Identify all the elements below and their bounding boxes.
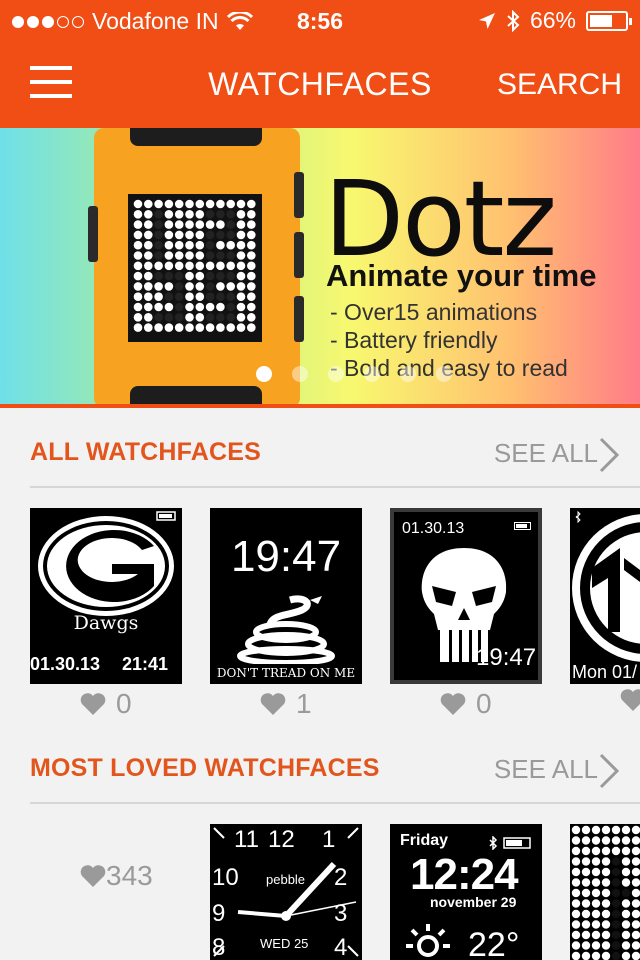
pager-dot[interactable] (328, 366, 344, 382)
sun-icon (406, 924, 450, 957)
watchface-thumb[interactable]: 11 12 1 10 2 9 3 8 4 pebble WED 25 (210, 824, 362, 960)
section-title: ALL WATCHFACES (30, 438, 262, 466)
watchface-thumb[interactable]: Friday 12:24 november 29 22° (390, 824, 542, 960)
top-bar: Vodafone IN 8:56 66% WATCHFACES SEARCH (0, 0, 640, 128)
banner-feature: - Over15 animations (330, 299, 538, 325)
thumb-day: Friday (400, 832, 449, 849)
heart-icon (80, 865, 106, 887)
banner-pager[interactable] (256, 366, 452, 382)
watchface-thumb[interactable] (570, 824, 640, 960)
status-bar: Vodafone IN 8:56 66% (0, 0, 640, 40)
hour-label: 1 (322, 826, 336, 853)
watch-side-button (294, 296, 304, 342)
see-all-label: SEE ALL (493, 438, 598, 468)
thumb-date: 01.30.13 (402, 520, 465, 537)
dot-matrix-watch-screen (128, 194, 262, 342)
all-watchfaces-header: ALL WATCHFACES SEE ALL (30, 424, 640, 480)
thumb-time: 21:41 (122, 654, 169, 674)
bluetooth-icon (507, 9, 520, 32)
brand-label: pebble (266, 872, 306, 887)
watchface-thumb[interactable]: Dawgs 01.30.13 21:41 (30, 508, 182, 684)
like-count[interactable]: 1 (260, 688, 312, 720)
hour-label: 11 (234, 826, 259, 853)
see-all-most-loved[interactable]: SEE ALL (493, 753, 620, 789)
watchface-thumb[interactable]: 01.30.13 19:47 (390, 508, 542, 684)
like-count-value: 0 (116, 688, 132, 719)
hour-label: 2 (334, 864, 348, 891)
pager-dot[interactable] (364, 366, 380, 382)
watch-side-button (294, 232, 304, 278)
like-count-value: 343 (106, 860, 153, 891)
see-all-all-watchfaces[interactable]: SEE ALL (493, 437, 620, 473)
featured-banner[interactable]: Dotz Animate your time - Over15 animatio… (0, 128, 640, 408)
hour-label: 3 (334, 900, 348, 927)
watch-strap-bottom (130, 386, 262, 404)
thumb-date: 01.30.13 (30, 654, 101, 674)
like-count[interactable]: 0 (80, 688, 132, 720)
heart-icon (80, 693, 106, 715)
like-count-value: 0 (476, 688, 492, 719)
chevron-right-icon (599, 753, 620, 789)
pager-dot[interactable] (256, 366, 272, 382)
thumb-time: 12:24 (410, 850, 519, 899)
hour-label: 9 (212, 900, 226, 927)
hour-label: 8 (212, 934, 226, 960)
like-count[interactable]: 343 (80, 860, 153, 892)
battery-icon (514, 522, 531, 530)
banner-subtitle: Animate your time (326, 258, 597, 293)
battery-percent: 66% (529, 7, 576, 33)
chevron-right-icon (599, 437, 620, 473)
battery-icon (586, 10, 632, 31)
status-right: 66% (478, 7, 632, 34)
search-button[interactable]: SEARCH (497, 68, 622, 102)
watchface-thumb[interactable]: 19:47 DON'T TREAD ON ME (210, 508, 362, 684)
nav-bar: WATCHFACES SEARCH (0, 40, 640, 128)
thumb-caption: DON'T TREAD ON ME (216, 666, 356, 680)
banner-feature: - Battery friendly (330, 327, 498, 353)
pager-dot[interactable] (400, 366, 416, 382)
hour-label: 4 (334, 934, 348, 960)
watch-side-button (294, 172, 304, 218)
divider (30, 802, 640, 804)
thumb-date: november 29 (430, 894, 517, 910)
snake-illustration (237, 595, 335, 664)
most-loved-header: MOST LOVED WATCHFACES SEE ALL (30, 740, 640, 796)
pager-dot[interactable] (436, 366, 452, 382)
thumb-time: 19:47 (476, 644, 537, 671)
pager-dot[interactable] (292, 366, 308, 382)
heart-icon (620, 689, 640, 711)
location-arrow-icon (478, 12, 495, 29)
section-title: MOST LOVED WATCHFACES (30, 754, 380, 782)
thumb-date: WED 25 (260, 936, 309, 951)
thumb-caption: Mon 01/ (572, 662, 638, 682)
like-count[interactable] (620, 688, 640, 712)
thumb-temperature: 22° (468, 926, 520, 960)
status-icons (489, 836, 531, 850)
hour-label: 12 (268, 826, 295, 853)
watch-side-button (88, 206, 98, 262)
heart-icon (440, 693, 466, 715)
hour-label: 10 (212, 864, 239, 891)
divider (30, 486, 640, 488)
thumb-time: 19:47 (230, 532, 342, 581)
thumb-caption: Dawgs (73, 612, 139, 634)
like-count-value: 1 (296, 688, 312, 719)
like-count[interactable]: 0 (440, 688, 492, 720)
see-all-label: SEE ALL (493, 754, 598, 784)
heart-icon (260, 693, 286, 715)
watchface-thumb[interactable]: Mon 01/ (570, 508, 640, 684)
watch-strap-top (130, 128, 262, 146)
